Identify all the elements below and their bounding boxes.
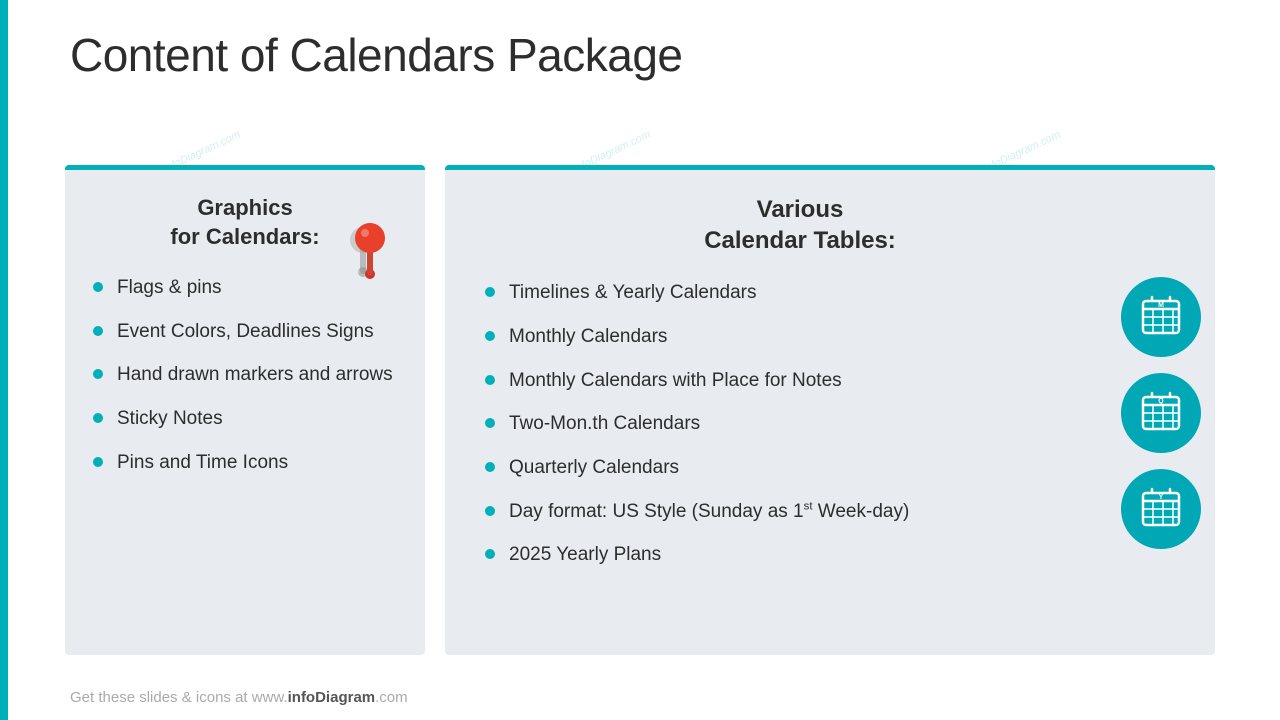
list-item: Monthly Calendars (485, 324, 1115, 350)
list-item: Monthly Calendars with Place for Notes (485, 368, 1115, 394)
list-item: Sticky Notes (93, 406, 397, 432)
bullet-dot (485, 331, 495, 341)
right-column: Various Calendar Tables: Timelines & Yea… (445, 165, 1215, 655)
title-area: Content of Calendars Package (70, 28, 1240, 82)
list-item: Quarterly Calendars (485, 455, 1115, 481)
svg-text:Q: Q (1158, 398, 1164, 405)
list-item: Day format: US Style (Sunday as 1st Week… (485, 499, 1115, 525)
bullet-dot (485, 287, 495, 297)
columns-container: Graphics for Calendars: Flags & pins (65, 165, 1215, 655)
left-bullet-list: Flags & pins Event Colors, Deadlines Sig… (93, 275, 397, 475)
page-title: Content of Calendars Package (70, 28, 1240, 82)
svg-text:M: M (1158, 302, 1164, 309)
bullet-dot (485, 462, 495, 472)
list-item: Pins and Time Icons (93, 450, 397, 476)
bullet-dot (93, 457, 103, 467)
bullet-dot (485, 506, 495, 516)
right-bullet-list: Timelines & Yearly Calendars Monthly Cal… (485, 280, 1115, 567)
bullet-dot (93, 369, 103, 379)
footer: Get these slides & icons at www.infoDiag… (70, 689, 408, 706)
list-item: Two-Mon.th Calendars (485, 411, 1115, 437)
list-item: Hand drawn markers and arrows (93, 362, 397, 388)
footer-brand: infoDiagram (288, 689, 376, 706)
bullet-dot (93, 282, 103, 292)
yearly-calendar-icon: Y (1121, 469, 1201, 549)
monthly-calendar-icon: M (1121, 277, 1201, 357)
bullet-dot (93, 413, 103, 423)
quarterly-calendar-icon: Q (1121, 373, 1201, 453)
left-column: Graphics for Calendars: Flags & pins (65, 165, 425, 655)
left-accent-bar (0, 0, 8, 720)
bullet-dot (485, 418, 495, 428)
bullet-dot (485, 375, 495, 385)
calendar-icons-group: M Q (1121, 277, 1201, 549)
right-column-title: Various Calendar Tables: (485, 194, 1115, 256)
list-item: Timelines & Yearly Calendars (485, 280, 1115, 306)
list-item: 2025 Yearly Plans (485, 542, 1115, 568)
bullet-dot (93, 326, 103, 336)
svg-text:Y: Y (1159, 494, 1164, 501)
list-item: Event Colors, Deadlines Signs (93, 319, 397, 345)
bullet-dot (485, 549, 495, 559)
pin-icon-decoration (335, 220, 405, 295)
